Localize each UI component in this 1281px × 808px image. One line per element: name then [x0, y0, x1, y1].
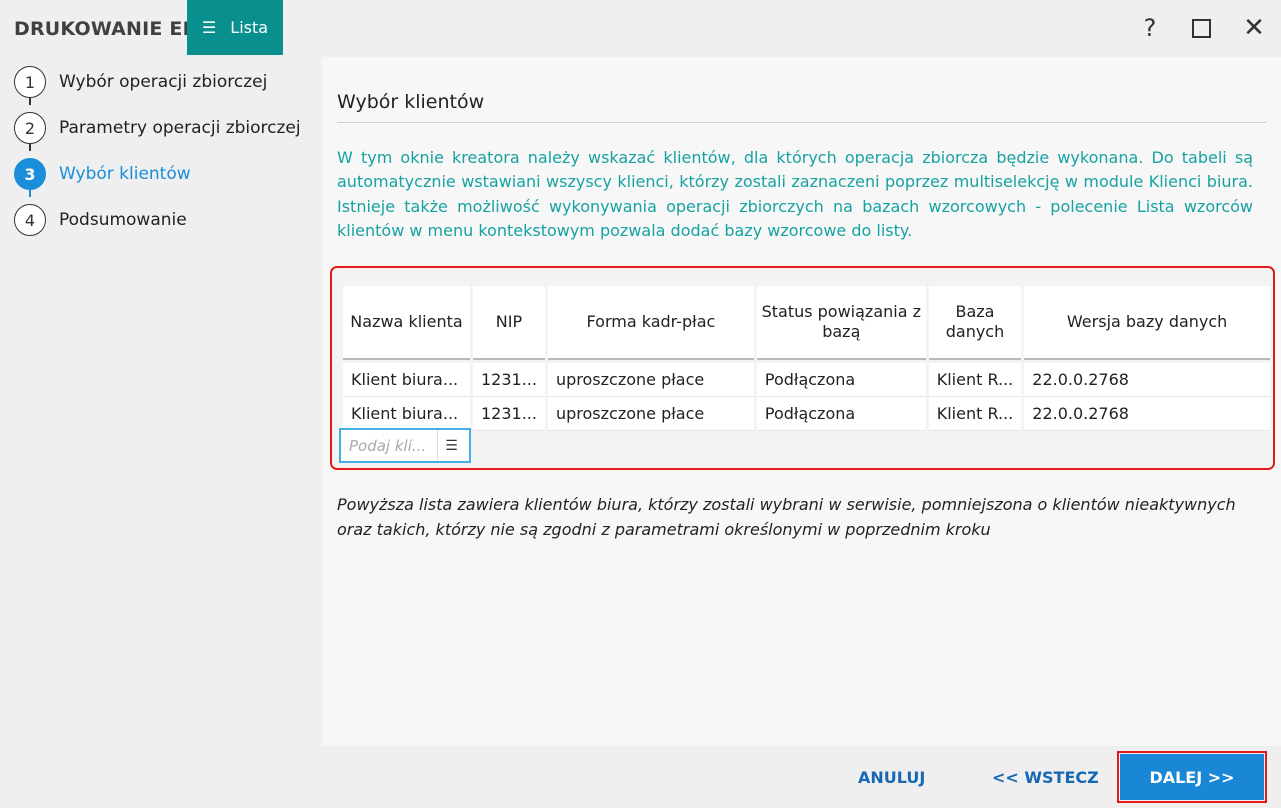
list-icon[interactable]: ☰: [437, 430, 465, 461]
cell-database[interactable]: Klient R...: [928, 363, 1022, 397]
step-label: Parametry operacji zbiorczej: [59, 118, 301, 138]
table-row[interactable]: Klient biura... 1231... uproszczone płac…: [343, 363, 1270, 397]
cell-db-version[interactable]: 22.0.0.2768: [1024, 397, 1270, 431]
info-text: W tym oknie kreatora należy wskazać klie…: [337, 148, 1253, 240]
cell-db-version[interactable]: 22.0.0.2768: [1024, 363, 1270, 397]
help-button[interactable]: ?: [1134, 12, 1166, 44]
title-divider: [337, 122, 1266, 123]
column-header-payroll-form[interactable]: Forma kadr-płac: [547, 286, 754, 360]
column-header-database[interactable]: Baza danych: [928, 286, 1022, 360]
client-search-box: ☰: [339, 428, 471, 463]
cell-client-name[interactable]: Klient biura...: [343, 363, 470, 397]
column-header-link-status[interactable]: Status powiązania z bazą: [756, 286, 926, 360]
cancel-button[interactable]: ANULUJ: [858, 768, 925, 787]
clients-grid-container: Nazwa klienta NIP Forma kadr-płac Status…: [330, 266, 1275, 470]
menu-icon: ☰: [201, 18, 217, 37]
close-button[interactable]: ✕: [1238, 12, 1270, 44]
step-number: 4: [14, 204, 46, 236]
column-header-client-name[interactable]: Nazwa klienta: [343, 286, 470, 360]
close-icon: ✕: [1243, 13, 1265, 43]
cell-nip[interactable]: 1231...: [472, 397, 545, 431]
step-number: 2: [14, 112, 46, 144]
column-header-db-version[interactable]: Wersja bazy danych: [1024, 286, 1270, 360]
step-label: Wybór operacji zbiorczej: [59, 72, 268, 92]
cell-client-name[interactable]: Klient biura...: [343, 397, 470, 431]
cell-nip[interactable]: 1231...: [472, 363, 545, 397]
clients-table: Nazwa klienta NIP Forma kadr-płac Status…: [340, 286, 1273, 431]
column-header-nip[interactable]: NIP: [472, 286, 545, 360]
step-4[interactable]: 4 Podsumowanie: [14, 197, 301, 243]
cell-payroll-form[interactable]: uproszczone płace: [547, 397, 754, 431]
step-label: Podsumowanie: [59, 210, 187, 230]
section-title: Wybór klientów: [337, 91, 485, 113]
step-label: Wybór klientów: [59, 164, 191, 184]
main-panel: Wybór klientów W tym oknie kreatora nale…: [322, 57, 1281, 746]
cell-database[interactable]: Klient R...: [928, 397, 1022, 431]
next-button[interactable]: DALEJ >>: [1120, 754, 1264, 800]
cell-link-status[interactable]: Podłączona: [756, 397, 926, 431]
step-2[interactable]: 2 Parametry operacji zbiorczej: [14, 105, 301, 151]
list-note: Powyższa lista zawiera klientów biura, k…: [337, 495, 1236, 539]
step-1[interactable]: 1 Wybór operacji zbiorczej: [14, 59, 301, 105]
maximize-icon: [1191, 18, 1211, 38]
cell-payroll-form[interactable]: uproszczone płace: [547, 363, 754, 397]
step-3[interactable]: 3 Wybór klientów: [14, 151, 301, 197]
step-number: 1: [14, 66, 46, 98]
table-row[interactable]: Klient biura... 1231... uproszczone płac…: [343, 397, 1270, 431]
lista-button[interactable]: ☰ Lista: [187, 0, 283, 55]
app-title: DRUKOWANIE EP: [14, 18, 189, 40]
wizard-steps: 1 Wybór operacji zbiorczej 2 Parametry o…: [14, 59, 301, 243]
lista-label: Lista: [230, 18, 269, 37]
cell-link-status[interactable]: Podłączona: [756, 363, 926, 397]
client-search-input[interactable]: [341, 436, 437, 455]
help-icon: ?: [1143, 14, 1157, 42]
maximize-button[interactable]: [1185, 12, 1217, 44]
step-number: 3: [14, 158, 46, 190]
back-button[interactable]: << WSTECZ: [992, 768, 1099, 787]
